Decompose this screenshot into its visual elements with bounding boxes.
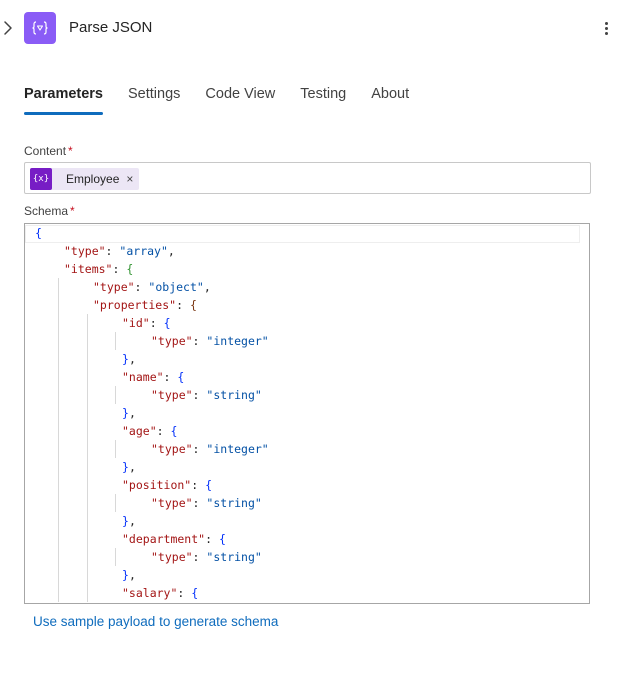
content-label: Content * <box>24 144 73 158</box>
code-line: { <box>35 226 42 240</box>
tab-parameters[interactable]: Parameters <box>24 84 103 116</box>
code-line: }, <box>35 458 269 476</box>
code-line: }, <box>35 512 269 530</box>
parse-json-icon <box>24 12 56 44</box>
code-line: }, <box>35 566 269 584</box>
generate-schema-link[interactable]: Use sample payload to generate schema <box>33 613 278 631</box>
required-marker: * <box>68 144 73 158</box>
remove-token-button[interactable]: × <box>126 172 133 186</box>
code-line: "type": "object", <box>35 278 269 296</box>
schema-code: { "type": "array", "items": { "type": "obje… <box>35 224 269 602</box>
action-header: Parse JSON <box>0 0 619 56</box>
code-line: "items": { <box>64 262 134 276</box>
code-line: "type": "string" <box>35 386 269 404</box>
code-line: "salary": { <box>35 584 269 602</box>
schema-label: Schema * <box>24 204 75 218</box>
code-line: "type": "integer" <box>35 440 269 458</box>
tab-list: Parameters Settings Code View Testing Ab… <box>24 84 434 118</box>
more-vertical-icon[interactable] <box>598 16 614 40</box>
token-label: Employee <box>66 172 120 186</box>
more-dot <box>604 31 608 35</box>
more-dot <box>604 26 608 30</box>
tab-settings[interactable]: Settings <box>128 84 180 116</box>
tab-about[interactable]: About <box>371 84 409 116</box>
action-title: Parse JSON <box>69 19 153 36</box>
content-label-text: Content <box>24 144 67 158</box>
content-input[interactable]: {x} Employee × <box>24 162 591 194</box>
code-line: "type": "integer" <box>35 332 269 350</box>
more-dot <box>604 21 608 25</box>
code-line: "type": "string" <box>35 494 269 512</box>
schema-label-text: Schema <box>24 204 69 218</box>
code-line: "department": { <box>35 530 269 548</box>
employee-token[interactable]: {x} Employee × <box>30 168 140 190</box>
tab-code-view[interactable]: Code View <box>205 84 275 116</box>
code-line: }, <box>35 350 269 368</box>
code-line: "position": { <box>35 476 269 494</box>
code-line: "id": { <box>35 314 269 332</box>
code-line: "age": { <box>35 422 269 440</box>
required-marker: * <box>70 204 75 218</box>
schema-editor[interactable]: { "type": "array", "items": { "type": "obje… <box>24 223 590 604</box>
variable-icon: {x} <box>30 168 52 190</box>
code-line: }, <box>35 404 269 422</box>
code-line: "name": { <box>35 368 269 386</box>
code-line: "properties": { <box>35 296 269 314</box>
chevron-right-icon[interactable] <box>2 19 14 37</box>
tab-testing[interactable]: Testing <box>300 84 346 116</box>
code-line: "type": "array", <box>64 244 175 258</box>
code-line: "type": "string" <box>35 548 269 566</box>
